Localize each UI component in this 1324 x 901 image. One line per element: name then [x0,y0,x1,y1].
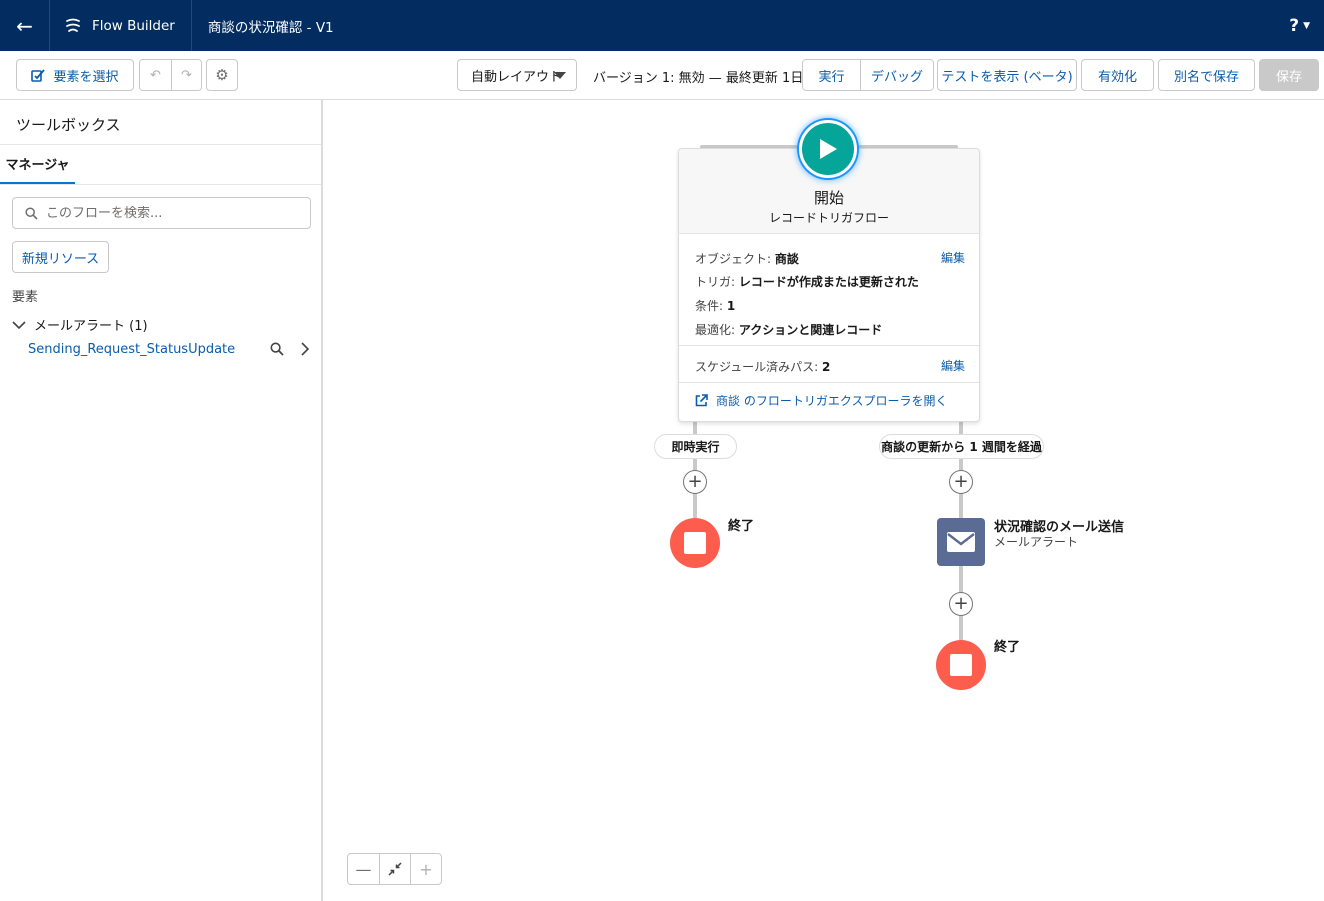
search-input[interactable] [46,205,296,221]
run-button[interactable]: 実行 [803,60,860,90]
trigger-explorer-link[interactable]: 商談 のフロートリガエクスプローラを開く [695,392,947,409]
app-header: ← Flow Builder 商談の状況確認 - V1 ? ▼ [0,0,1324,51]
path-label-scheduled[interactable]: 商談の更新から 1 週間を経過 [879,434,1044,459]
settings-button[interactable]: ⚙ [206,59,238,91]
trigger-value: レコードが作成または更新された [738,275,919,289]
undo-redo-group: ↶ ↷ [139,59,202,91]
activate-button[interactable]: 有効化 [1081,59,1154,91]
toolbar: 要素を選択 ↶ ↷ ⚙ 自動レイアウト バージョン 1: 無効 — 最終更新 1… [0,51,1324,100]
trigger-row: トリガ: レコードが作成または更新された [695,273,919,290]
plus-icon: + [953,471,969,492]
divider [679,345,979,346]
mail-icon [947,532,975,552]
plus-icon: + [687,471,703,492]
back-button[interactable]: ← [0,0,50,51]
select-elements-label: 要素を選択 [53,69,119,85]
toolbox-title: ツールボックス [16,116,121,134]
search-box [12,197,311,229]
arrow-left-icon: ← [16,13,33,38]
condition-value: 1 [726,299,736,313]
scheduled-label: スケジュール済みパス: [695,360,819,374]
tree-group-label: メールアラート (1) [34,319,148,334]
app-name: Flow Builder [92,17,175,34]
stop-icon [950,654,972,676]
new-resource-button[interactable]: 新規リソース [12,241,109,273]
tree-group-email-alert[interactable]: メールアラート (1) [12,315,148,334]
scheduled-paths-row: スケジュール済みパス: 2 [695,358,830,375]
external-link-icon [695,394,708,407]
debug-button[interactable]: デバッグ [860,60,933,90]
divider [0,184,321,185]
object-label: オブジェクト: [695,252,772,266]
add-element-button[interactable]: + [683,470,707,494]
stop-icon [684,532,706,554]
flow-title: 商談の状況確認 - V1 [207,19,334,36]
shrink-icon [388,862,402,876]
start-node-card[interactable]: 開始 レコードトリガフロー オブジェクト: 商談 編集 トリガ: レコードが作成… [678,148,980,422]
help-menu[interactable]: ? ▼ [1289,0,1310,51]
view-tests-button[interactable]: テストを表示 (ベータ) [937,59,1077,91]
run-debug-group: 実行 デバッグ [802,59,934,91]
tree-item-actions [270,342,309,356]
flow-icon [66,18,80,32]
end-node-label: 終了 [994,640,1021,655]
path-label-immediate[interactable]: 即時実行 [654,434,737,459]
layout-select[interactable]: 自動レイアウト [457,59,577,91]
condition-label: 条件: [695,299,724,313]
fit-view-button[interactable] [379,854,410,884]
minus-icon: — [355,859,372,879]
undo-icon: ↶ [150,67,161,83]
object-row: オブジェクト: 商談 [695,250,799,267]
add-element-button[interactable]: + [949,592,973,616]
end-node[interactable] [670,518,720,568]
zoom-in-button[interactable]: + [410,854,441,884]
optimize-value: アクションと関連レコード [738,323,883,337]
add-element-button[interactable]: + [949,470,973,494]
undo-button[interactable]: ↶ [140,60,171,90]
trigger-explorer-label: 商談 のフロートリガエクスプローラを開く [716,394,948,408]
layout-select-value: 自動レイアウト [471,69,563,85]
caret-down-icon: ▼ [1303,20,1310,31]
plus-icon: + [419,859,433,879]
chevron-right-icon[interactable] [300,342,309,356]
trigger-label: トリガ: [695,275,736,289]
redo-icon: ↷ [181,67,192,83]
end-node-label: 終了 [728,519,755,534]
search-icon [25,206,38,220]
select-icon [31,69,46,82]
tab-manager[interactable]: マネージャ [0,144,75,185]
redo-button[interactable]: ↷ [171,60,201,90]
email-alert-type: メールアラート [994,535,1079,549]
chevron-down-icon [12,320,26,329]
plus-icon: + [953,593,969,614]
tree-item-link[interactable]: Sending_Request_StatusUpdate [28,342,235,357]
zoom-out-button[interactable]: — [348,854,379,884]
start-subtitle: レコードトリガフロー [768,211,889,225]
elements-section-label: 要素 [12,290,39,305]
start-title: 開始 [813,189,844,207]
end-node[interactable] [936,640,986,690]
zoom-controls: — + [347,853,442,885]
save-as-button[interactable]: 別名で保存 [1158,59,1255,91]
divider [679,382,979,383]
edit-object-link[interactable]: 編集 [941,249,965,266]
condition-row: 条件: 1 [695,297,735,314]
save-button[interactable]: 保存 [1259,59,1319,91]
help-icon: ? [1289,15,1300,36]
edit-scheduled-link[interactable]: 編集 [941,357,965,374]
optimize-label: 最適化: [695,323,736,337]
play-icon [820,139,837,159]
version-status: バージョン 1: 無効 — 最終更新 1日前 [593,71,817,86]
scheduled-value: 2 [822,360,831,374]
search-icon[interactable] [270,342,284,356]
gear-icon: ⚙ [215,66,229,84]
app-branding: Flow Builder [50,0,192,51]
chevron-down-icon [554,72,566,79]
toolbox-panel: ツールボックス マネージャ 新規リソース 要素 メールアラート (1) Send… [0,100,323,901]
optimize-row: 最適化: アクションと関連レコード [695,321,882,338]
object-value: 商談 [774,252,799,266]
start-node-icon[interactable] [799,120,857,178]
select-elements-button[interactable]: 要素を選択 [16,59,134,91]
email-alert-node[interactable] [937,518,985,566]
